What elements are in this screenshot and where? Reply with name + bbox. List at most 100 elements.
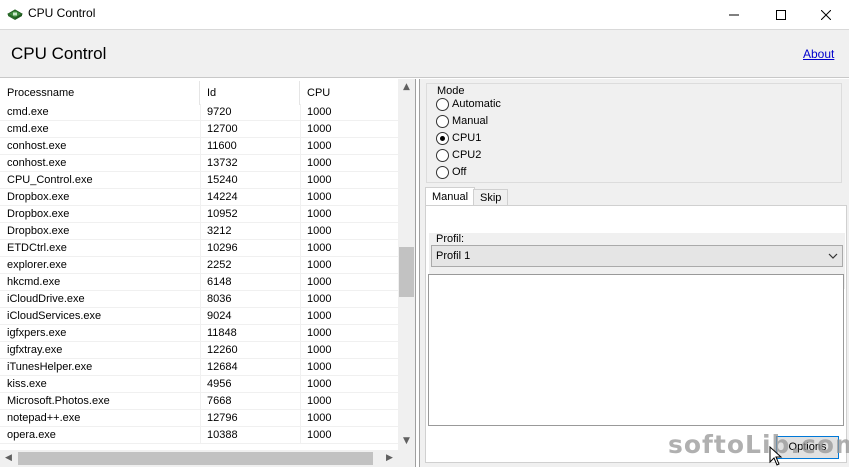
column-divider (200, 206, 201, 223)
cell-id: 12796 (207, 412, 238, 424)
cell-processname: iCloudServices.exe (7, 310, 102, 322)
column-divider (200, 240, 201, 257)
window-title: CPU Control (28, 6, 96, 20)
radio-icon (436, 114, 449, 128)
profil-process-list[interactable] (428, 274, 844, 426)
mode-radio-off[interactable]: Off (436, 164, 466, 180)
table-row[interactable]: Microsoft.Photos.exe 7668 1000 (0, 393, 398, 410)
column-header-id[interactable]: Id (200, 81, 300, 105)
column-divider (300, 121, 301, 138)
table-row[interactable]: conhost.exe 11600 1000 (0, 138, 398, 155)
cell-processname: igfxpers.exe (7, 327, 67, 339)
cell-id: 12700 (207, 123, 238, 135)
horizontal-scrollbar[interactable]: ◀ ▶ (0, 450, 398, 467)
table-row[interactable]: hkcmd.exe 6148 1000 (0, 274, 398, 291)
cell-processname: kiss.exe (7, 378, 47, 390)
vertical-scrollbar[interactable]: ▲ ▼ (398, 79, 415, 450)
cell-cpu: 1000 (307, 327, 332, 339)
radio-label: Automatic (452, 98, 501, 110)
app-header: CPU Control About (0, 29, 849, 78)
cell-cpu: 1000 (307, 191, 332, 203)
mode-radio-cpu2[interactable]: CPU2 (436, 147, 481, 163)
column-divider (300, 427, 301, 444)
column-divider (200, 427, 201, 444)
cell-processname: Microsoft.Photos.exe (7, 395, 110, 407)
column-divider (200, 291, 201, 308)
column-divider (300, 138, 301, 155)
chip-icon (7, 9, 23, 20)
cell-cpu: 1000 (307, 344, 332, 356)
cell-id: 6148 (207, 276, 232, 288)
column-divider (300, 223, 301, 240)
scroll-left-icon[interactable]: ◀ (0, 450, 17, 467)
maximize-icon (776, 9, 786, 20)
column-divider (300, 172, 301, 189)
vertical-scroll-thumb[interactable] (399, 247, 414, 297)
column-divider (300, 257, 301, 274)
table-row[interactable]: kiss.exe 4956 1000 (0, 376, 398, 393)
column-divider (300, 206, 301, 223)
cell-processname: cmd.exe (7, 123, 49, 135)
about-link[interactable]: About (803, 47, 834, 61)
cell-cpu: 1000 (307, 378, 332, 390)
radio-icon (436, 97, 449, 111)
mode-radio-manual[interactable]: Manual (436, 113, 488, 129)
table-row[interactable]: iTunesHelper.exe 12684 1000 (0, 359, 398, 376)
column-divider (200, 410, 201, 427)
cell-id: 9024 (207, 310, 232, 322)
table-row[interactable]: Dropbox.exe 3212 1000 (0, 223, 398, 240)
radio-selected-icon (436, 131, 449, 145)
tab-manual[interactable]: Manual (425, 187, 476, 206)
cell-processname: igfxtray.exe (7, 344, 63, 356)
table-row[interactable]: igfxpers.exe 11848 1000 (0, 325, 398, 342)
table-row[interactable]: iCloudServices.exe 9024 1000 (0, 308, 398, 325)
cell-id: 12684 (207, 361, 238, 373)
table-row[interactable]: conhost.exe 13732 1000 (0, 155, 398, 172)
table-row[interactable]: notepad++.exe 12796 1000 (0, 410, 398, 427)
table-row[interactable]: explorer.exe 2252 1000 (0, 257, 398, 274)
table-row[interactable]: CPU_Control.exe 15240 1000 (0, 172, 398, 189)
table-row[interactable]: igfxtray.exe 12260 1000 (0, 342, 398, 359)
process-table-body: cmd.exe 9720 1000 cmd.exe 12700 1000 conhost.e… (0, 104, 398, 454)
column-divider (300, 410, 301, 427)
column-divider (300, 155, 301, 172)
column-divider (300, 308, 301, 325)
cell-processname: Dropbox.exe (7, 191, 70, 203)
table-row[interactable]: cmd.exe 12700 1000 (0, 121, 398, 138)
mouse-cursor-icon (769, 446, 783, 466)
column-header-cpu[interactable]: CPU (300, 81, 398, 105)
profil-dropdown[interactable]: Profil 1 (431, 245, 843, 267)
cell-id: 14224 (207, 191, 238, 203)
table-row[interactable]: Dropbox.exe 14224 1000 (0, 189, 398, 206)
scroll-right-icon[interactable]: ▶ (381, 450, 398, 467)
minimize-button[interactable] (711, 0, 757, 29)
maximize-button[interactable] (758, 0, 804, 29)
scroll-down-icon[interactable]: ▼ (398, 433, 415, 450)
tab-skip[interactable]: Skip (473, 189, 509, 206)
cell-cpu: 1000 (307, 276, 332, 288)
cell-processname: Dropbox.exe (7, 225, 70, 237)
cell-id: 7668 (207, 395, 232, 407)
close-button[interactable] (803, 0, 849, 29)
table-row[interactable]: cmd.exe 9720 1000 (0, 104, 398, 121)
mode-radio-automatic[interactable]: Automatic (436, 96, 501, 112)
table-row[interactable]: ETDCtrl.exe 10296 1000 (0, 240, 398, 257)
mode-radio-cpu1[interactable]: CPU1 (436, 130, 481, 146)
table-row[interactable]: iCloudDrive.exe 8036 1000 (0, 291, 398, 308)
control-panel: Mode Automatic Manual CPU1 CPU2 Off Manu… (419, 79, 849, 467)
column-header-processname[interactable]: Processname (0, 81, 200, 105)
column-divider (200, 274, 201, 291)
column-divider (200, 104, 201, 121)
table-row[interactable]: Dropbox.exe 10952 1000 (0, 206, 398, 223)
profil-label: Profil: (436, 233, 465, 245)
table-row[interactable]: opera.exe 10388 1000 (0, 427, 398, 444)
cell-processname: explorer.exe (7, 259, 67, 271)
cell-id: 10952 (207, 208, 238, 220)
scroll-up-icon[interactable]: ▲ (398, 79, 415, 96)
cell-processname: Dropbox.exe (7, 208, 70, 220)
horizontal-scroll-thumb[interactable] (18, 452, 373, 465)
cell-cpu: 1000 (307, 208, 332, 220)
cell-cpu: 1000 (307, 429, 332, 441)
cell-cpu: 1000 (307, 361, 332, 373)
column-divider (300, 274, 301, 291)
